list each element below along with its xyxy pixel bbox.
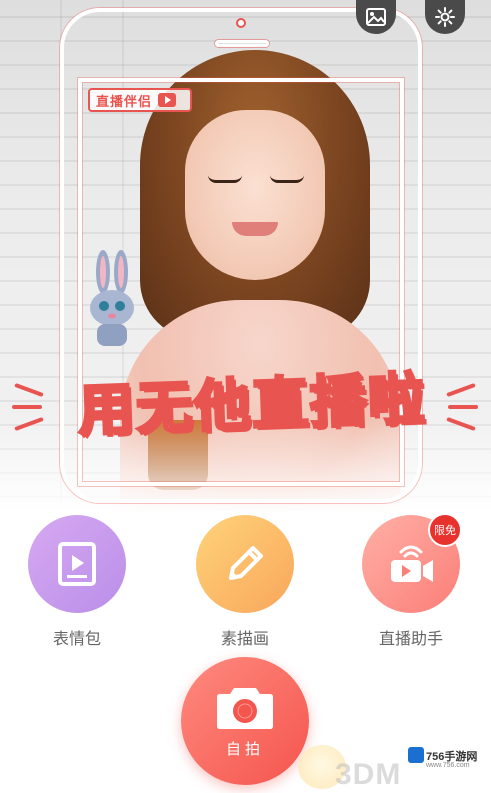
feature-emoji-pack[interactable]: 表情包 [27,515,127,649]
watermark-logo-icon [408,747,424,763]
sketch-button[interactable] [196,515,294,613]
phone-speaker-outline [215,40,269,47]
emoji-pack-icon [58,542,96,586]
spark-dash [448,405,478,409]
emoji-pack-label: 表情包 [52,631,101,648]
pencil-icon [229,546,263,580]
sketch-label: 素描画 [220,631,269,648]
hero-banner: 直播伴侣 用无他直播啦 [0,0,491,520]
live-companion-label: 直播伴侣 [96,93,153,109]
feature-live-assistant[interactable]: 限免 直播助手 [361,513,462,649]
live-camera-icon [391,545,433,582]
selfie-button[interactable]: 自拍 [181,657,309,785]
feature-sketch[interactable]: 素描画 [195,515,295,649]
slogan-text: 用无他直播啦 [76,365,429,443]
watermark-url: www.756.com [426,762,470,769]
selfie-label: 自拍 [225,740,264,758]
spark-dash [12,405,42,409]
camera-icon [217,687,273,729]
live-assistant-button[interactable]: 限免 [362,513,462,613]
free-limited-badge: 限免 [428,513,462,547]
live-companion-tag: 直播伴侣 [88,88,192,112]
gallery-icon [366,8,386,26]
emoji-pack-button[interactable] [28,515,126,613]
watermark-brand: 3DM [335,758,402,791]
settings-icon [435,7,455,27]
phone-camera-outline [236,18,246,28]
spark-dash [446,382,476,398]
live-assistant-label: 直播助手 [378,631,443,648]
play-icon [158,93,177,107]
